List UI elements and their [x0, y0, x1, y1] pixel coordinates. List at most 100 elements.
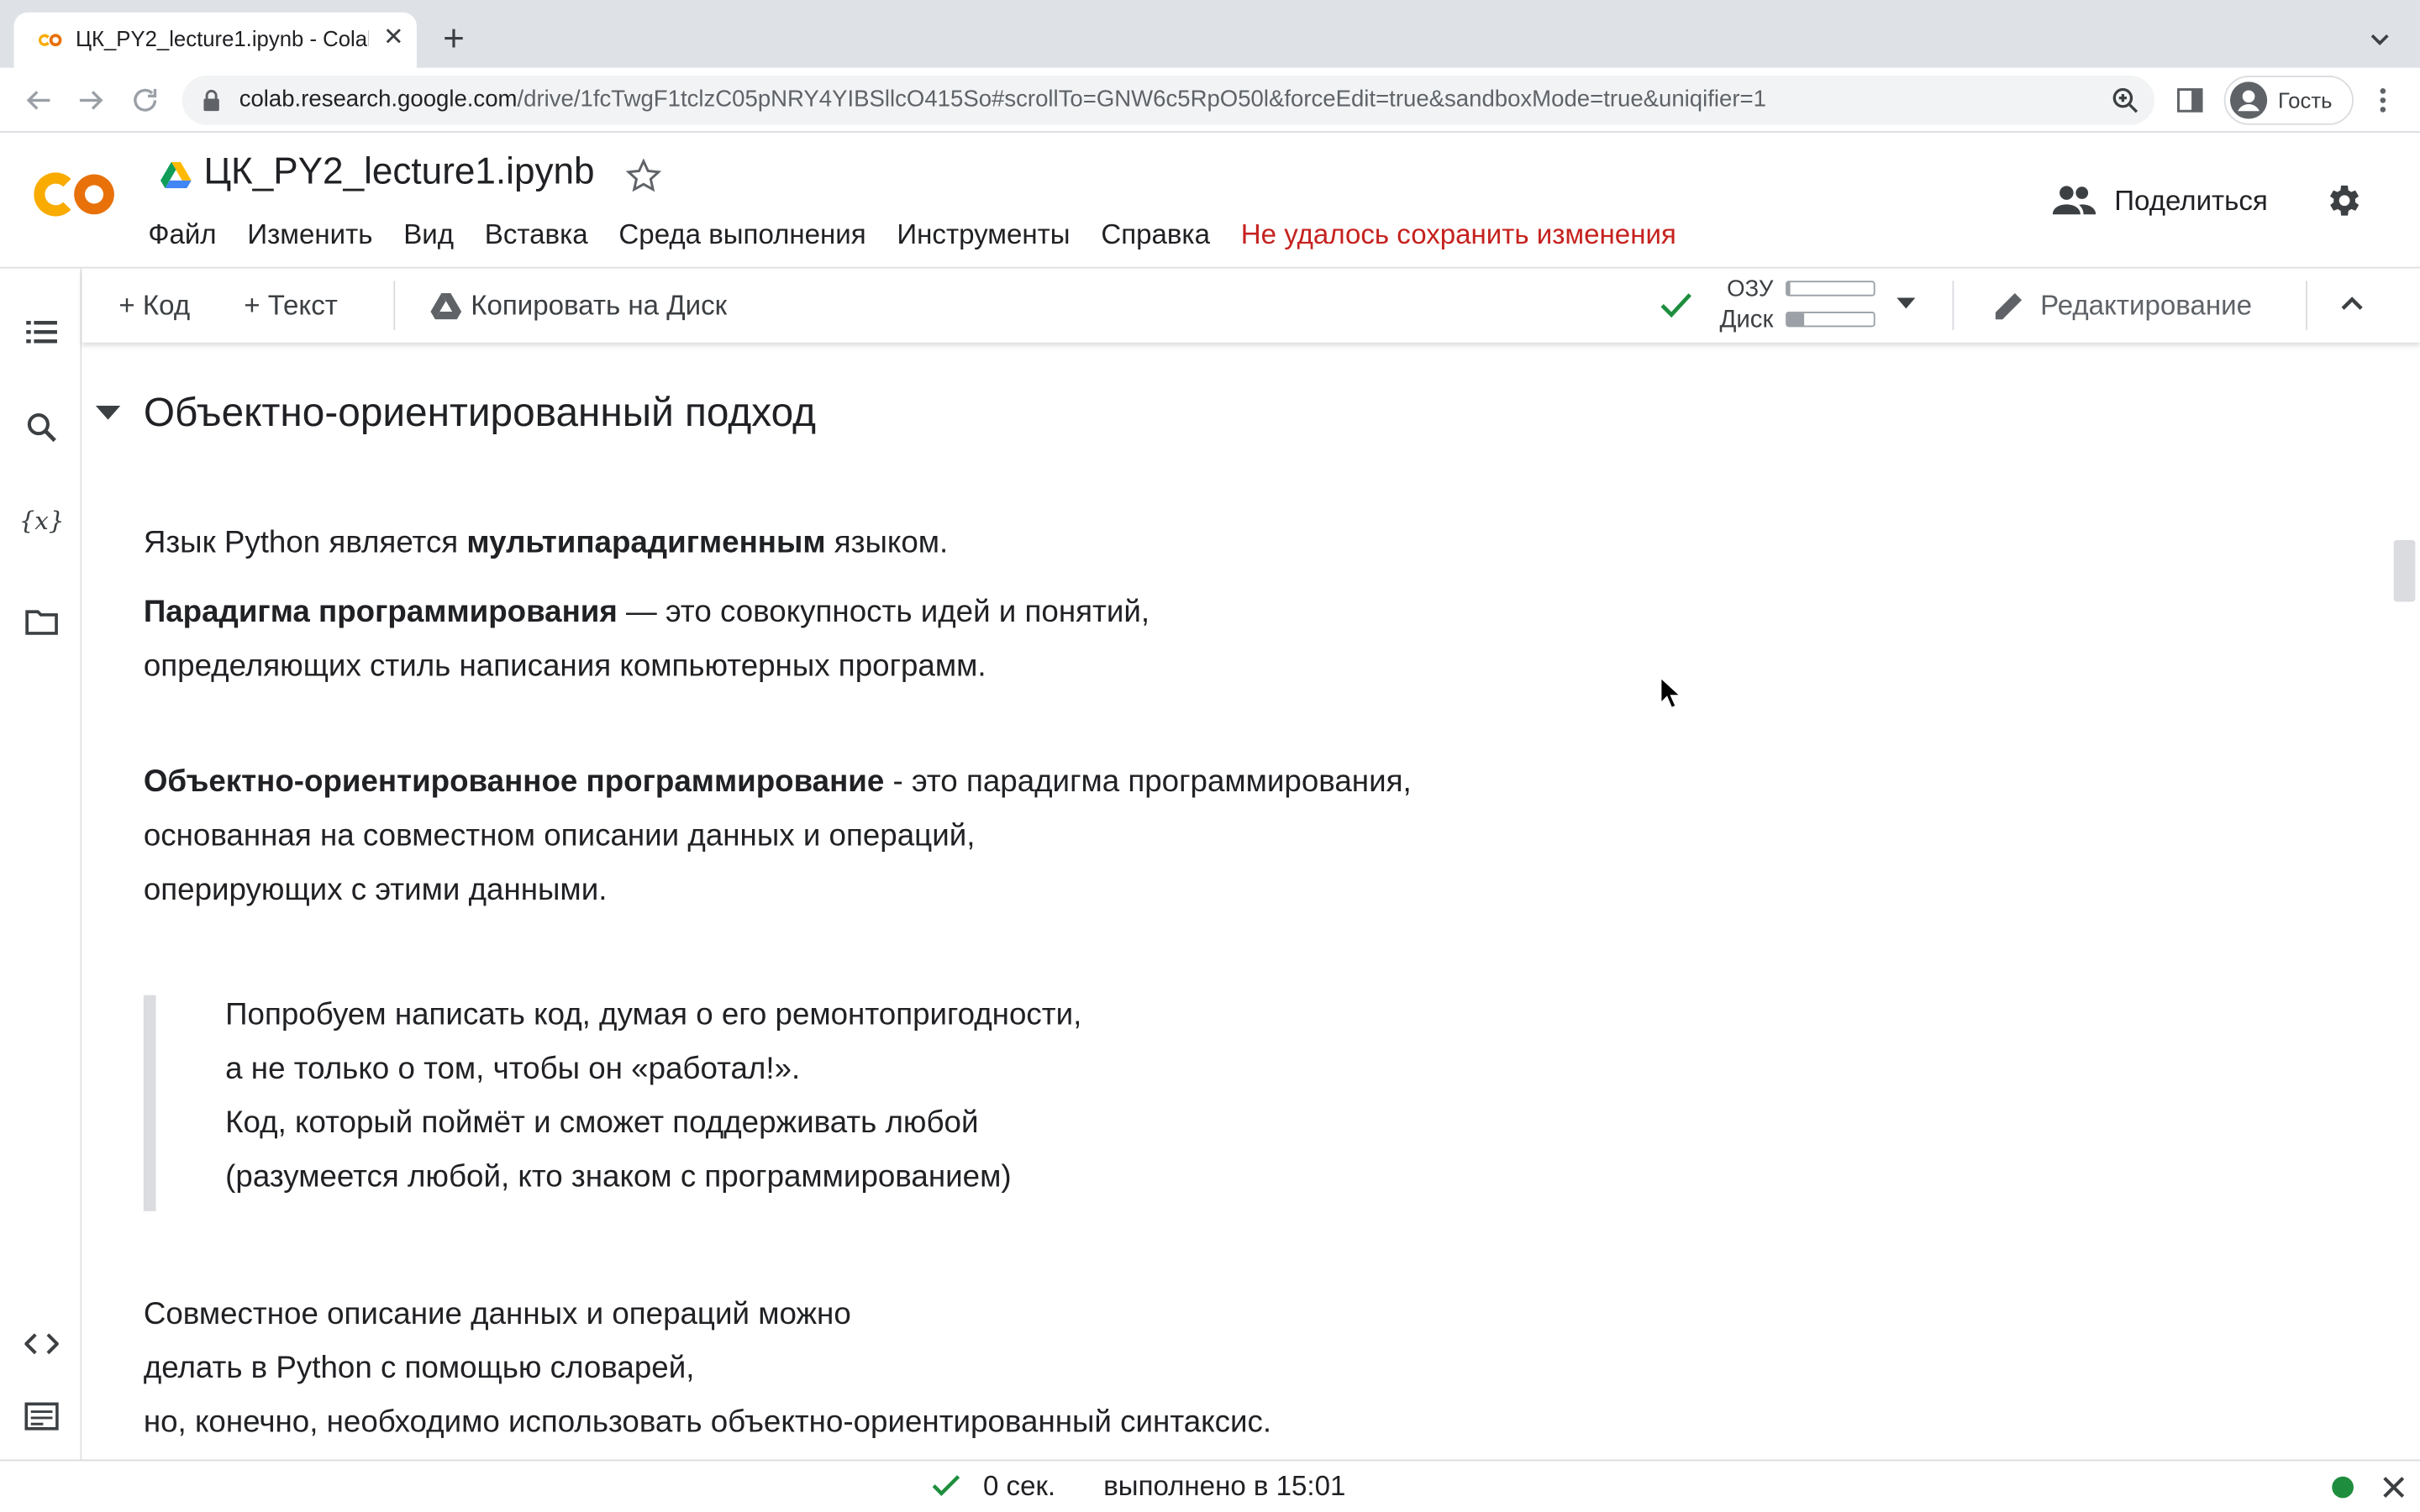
- paragraph-multiparadigm: Язык Python является мультипарадигменным…: [144, 517, 948, 570]
- share-button[interactable]: Поделиться: [2052, 179, 2268, 222]
- pencil-icon[interactable]: [1992, 288, 2026, 322]
- close-icon[interactable]: ✕: [380, 24, 408, 52]
- section-heading: Объектно-ориентированный подход: [143, 388, 817, 435]
- forward-arrow-icon[interactable]: [74, 83, 108, 117]
- menu-tools[interactable]: Инструменты: [897, 216, 1070, 253]
- check-icon: [1660, 293, 1691, 318]
- more-vert-icon[interactable]: [2378, 87, 2387, 114]
- menu-file[interactable]: Файл: [148, 216, 216, 253]
- paragraph-dicts-syntax: Совместное описание данных и операций мо…: [144, 1289, 1271, 1451]
- menu-bar: Файл Изменить Вид Вставка Среда выполнен…: [148, 216, 1676, 253]
- save-failed-warning[interactable]: Не удалось сохранить изменения: [1241, 216, 1676, 253]
- scrollbar-thumb[interactable]: [2393, 539, 2416, 602]
- toc-icon[interactable]: [24, 315, 58, 349]
- browser-tab-title: ЦК_PY2_lecture1.ipynb - Colab: [75, 26, 369, 51]
- avatar-icon: [2230, 81, 2268, 119]
- profile-label: Гость: [2277, 87, 2333, 113]
- close-icon[interactable]: [2381, 1475, 2406, 1499]
- url-host: colab.research.google.com: [239, 86, 518, 113]
- chevron-down-icon[interactable]: [2367, 28, 2391, 52]
- chevron-up-icon[interactable]: [2339, 293, 2364, 312]
- toolbar-divider: [2306, 281, 2307, 331]
- colab-logo[interactable]: [31, 166, 118, 222]
- text-line: делать в Python с помощью словарей,: [143, 1351, 695, 1386]
- toolbar-divider: [1952, 281, 1954, 331]
- ram-meter-fill: [1786, 282, 1790, 295]
- disk-meter: [1786, 312, 1876, 328]
- resource-meters[interactable]: [1786, 281, 1876, 342]
- execution-duration: 0 сек.: [982, 1470, 1056, 1502]
- paragraph-paradigm-definition: Парадигма программирования — это совокуп…: [144, 586, 1150, 695]
- caret-down-icon[interactable]: [1897, 297, 1916, 310]
- menu-insert[interactable]: Вставка: [485, 216, 588, 253]
- paragraph-oop-definition: Объектно-ориентированное программировани…: [144, 756, 1412, 918]
- notebook-toolbar: + Код + Текст Копировать на Диск ОЗУ Дис…: [82, 268, 2420, 343]
- text-run: Язык Python является: [143, 526, 467, 560]
- bold-term: мультипарадигменным: [466, 526, 826, 560]
- colab-favicon: [38, 34, 62, 47]
- text-line: оперирующих с этими данными.: [143, 873, 608, 907]
- bold-term: Парадигма программирования: [143, 595, 618, 630]
- address-bar[interactable]: colab.research.google.com/drive/1fcTwgF1…: [182, 75, 2155, 125]
- google-drive-icon[interactable]: [160, 160, 192, 189]
- quote-line: (разумеется любой, кто знаком с программ…: [225, 1160, 1012, 1194]
- ram-label: ОЗУ: [1727, 276, 1774, 302]
- caret-down-icon[interactable]: [95, 406, 121, 421]
- gear-icon[interactable]: [2323, 181, 2363, 221]
- variables-icon[interactable]: {x}: [22, 505, 62, 538]
- text-run: языком.: [825, 526, 949, 560]
- bold-term: Объектно-ориентированное программировани…: [143, 765, 885, 800]
- people-icon: [2052, 186, 2096, 215]
- plus-icon[interactable]: +: [437, 21, 471, 58]
- ram-meter: [1786, 281, 1876, 297]
- disk-meter-fill: [1786, 312, 1805, 326]
- menu-view[interactable]: Вид: [403, 216, 454, 253]
- browser-toolbar: colab.research.google.com/drive/1fcTwgF1…: [0, 67, 2420, 133]
- folder-icon[interactable]: [24, 605, 58, 638]
- disk-label: Диск: [1719, 307, 1774, 333]
- status-indicator: [2332, 1476, 2354, 1499]
- star-icon[interactable]: [625, 157, 662, 194]
- menu-help[interactable]: Справка: [1101, 216, 1210, 253]
- share-label: Поделиться: [2114, 184, 2268, 216]
- reload-icon[interactable]: [128, 83, 161, 117]
- url-text: colab.research.google.com/drive/1fcTwgF1…: [239, 87, 1766, 113]
- quote-line: Попробуем написать код, думая о его ремо…: [225, 998, 1082, 1032]
- text-line: определяющих стиль написания компьютерны…: [143, 649, 986, 684]
- colab-header: ЦК_PY2_lecture1.ipynb Файл Изменить Вид …: [0, 132, 2420, 269]
- editing-mode-button[interactable]: Редактирование: [2040, 287, 2252, 324]
- notebook-title[interactable]: ЦК_PY2_lecture1.ipynb: [203, 151, 594, 194]
- code-snippets-icon[interactable]: [24, 1327, 59, 1361]
- blockquote: Попробуем написать код, думая о его ремо…: [143, 995, 1224, 1211]
- side-panel-icon[interactable]: [2176, 87, 2204, 114]
- terminal-icon[interactable]: [24, 1399, 59, 1433]
- zoom-icon[interactable]: [2112, 87, 2139, 114]
- add-text-button[interactable]: + Текст: [244, 287, 338, 324]
- quote-line: а не только о том, чтобы он «работал!».: [225, 1052, 801, 1087]
- notebook-content[interactable]: Объектно-ориентированный подход Язык Pyt…: [82, 342, 2420, 1460]
- check-icon: [932, 1475, 960, 1497]
- execution-completed-time: выполнено в 15:01: [1103, 1470, 1346, 1502]
- browser-tab[interactable]: ЦК_PY2_lecture1.ipynb - Colab ✕: [13, 12, 417, 68]
- text-run: — это совокупность идей и понятий,: [617, 595, 1150, 630]
- menu-edit[interactable]: Изменить: [247, 216, 372, 253]
- browser-tab-strip: ЦК_PY2_lecture1.ipynb - Colab ✕ +: [0, 0, 2420, 68]
- svg-text:{x}: {x}: [22, 507, 62, 535]
- toolbar-divider: [393, 281, 396, 331]
- copy-to-drive-label: Копировать на Диск: [471, 290, 728, 322]
- url-path: /drive/1fcTwgF1tclzC05pNRY4YIBSllcO415So…: [517, 86, 1766, 113]
- mouse-pointer-icon: [1660, 675, 1681, 710]
- text-line: основанная на совместном описании данных…: [143, 819, 976, 853]
- profile-button[interactable]: Гость: [2223, 75, 2354, 125]
- lock-icon[interactable]: [201, 89, 223, 112]
- text-run: - это парадигма программирования,: [884, 765, 1412, 800]
- copy-to-drive-button[interactable]: Копировать на Диск: [430, 287, 727, 324]
- text-line: но, конечно, необходимо использовать объ…: [143, 1405, 1272, 1440]
- resource-labels[interactable]: ОЗУ Диск: [1708, 275, 1773, 336]
- add-code-button[interactable]: + Код: [118, 287, 190, 324]
- quote-line: Код, который поймёт и сможет поддерживат…: [225, 1105, 979, 1141]
- menu-runtime[interactable]: Среда выполнения: [618, 216, 865, 253]
- text-line: Совместное описание данных и операций мо…: [143, 1297, 851, 1332]
- back-arrow-icon[interactable]: [22, 83, 55, 117]
- search-icon[interactable]: [24, 411, 58, 444]
